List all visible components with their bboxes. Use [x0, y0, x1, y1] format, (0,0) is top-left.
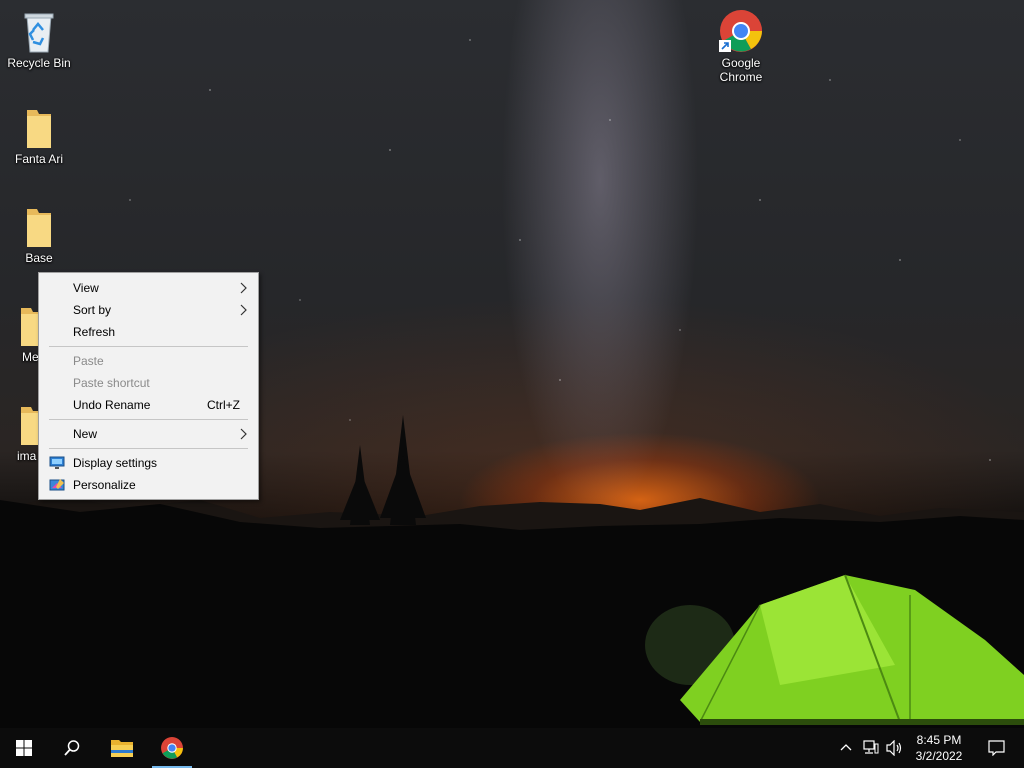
menu-item-label: Display settings — [73, 456, 158, 470]
display-icon — [49, 456, 65, 469]
menu-item-paste: Paste — [39, 350, 258, 372]
desktop-icon-me[interactable]: Me — [0, 306, 45, 364]
volume-button[interactable] — [884, 728, 906, 768]
menu-item-personalize[interactable]: Personalize — [39, 474, 258, 496]
menu-item-refresh[interactable]: Refresh — [39, 321, 258, 343]
menu-item-label: Paste — [73, 354, 104, 368]
search-button[interactable] — [48, 728, 96, 768]
chevron-right-icon — [240, 304, 247, 316]
network-icon — [863, 740, 879, 754]
chrome-icon — [719, 10, 762, 52]
chevron-right-icon — [240, 282, 247, 294]
desktop-icon-label: Fanta Ari — [14, 152, 64, 166]
chrome-icon — [161, 737, 183, 759]
menu-item-label: Personalize — [73, 478, 136, 492]
volume-icon — [886, 740, 902, 756]
taskbar: 8:45 PM 3/2/2022 — [0, 728, 1024, 768]
desktop-icon-fanta-ari[interactable]: Fanta Ari — [1, 108, 77, 166]
menu-item-label: Paste shortcut — [73, 376, 150, 390]
desktop-context-menu: View Sort by Refresh Paste Paste shortcu… — [38, 272, 259, 500]
menu-separator — [49, 346, 248, 347]
menu-item-shortcut: Ctrl+Z — [207, 398, 240, 412]
show-hidden-icons-button[interactable] — [836, 728, 856, 768]
folder-icon — [27, 209, 51, 247]
desktop-icon-recycle-bin[interactable]: Recycle Bin — [1, 8, 77, 70]
start-button[interactable] — [0, 728, 48, 768]
menu-item-undo-rename[interactable]: Undo Rename Ctrl+Z — [39, 394, 258, 416]
menu-item-label: View — [73, 281, 99, 295]
start-icon — [16, 740, 32, 756]
menu-item-label: Undo Rename — [73, 398, 151, 412]
desktop-icon-label: Recycle Bin — [7, 56, 71, 70]
menu-item-label: New — [73, 427, 98, 441]
desktop-icon-label: Base — [25, 251, 53, 265]
desktop-icon-base[interactable]: Base — [1, 207, 77, 265]
menu-item-paste-shortcut: Paste shortcut — [39, 372, 258, 394]
desktop-icon-label: Me — [22, 350, 39, 364]
action-center-button[interactable] — [976, 728, 1016, 768]
search-icon — [64, 740, 80, 756]
menu-item-sort-by[interactable]: Sort by — [39, 299, 258, 321]
chevron-right-icon — [240, 428, 247, 440]
taskbar-chrome[interactable] — [148, 728, 196, 768]
taskbar-file-explorer[interactable] — [98, 728, 146, 768]
menu-item-label: Refresh — [73, 325, 116, 339]
menu-item-view[interactable]: View — [39, 277, 258, 299]
personalize-icon — [49, 479, 65, 491]
menu-item-display-settings[interactable]: Display settings — [39, 452, 258, 474]
desktop-icon-google-chrome[interactable]: Google Chrome — [703, 8, 779, 84]
notification-icon — [988, 740, 1005, 756]
menu-separator — [49, 419, 248, 420]
folder-icon — [27, 110, 51, 148]
clock-date: 3/2/2022 — [915, 749, 963, 763]
file-explorer-icon — [111, 740, 133, 757]
desktop-icon-label: Google Chrome — [719, 56, 763, 84]
menu-item-label: Sort by — [73, 303, 112, 317]
menu-item-new[interactable]: New — [39, 423, 258, 445]
clock-time: 8:45 PM — [916, 733, 962, 747]
menu-separator — [49, 448, 248, 449]
taskbar-clock[interactable]: 8:45 PM 3/2/2022 — [906, 732, 972, 764]
desktop-icon-ima[interactable]: ima — [0, 405, 45, 463]
recycle-bin-icon — [24, 13, 54, 53]
chevron-up-icon — [840, 744, 852, 751]
desktop-icon-label: ima — [17, 449, 37, 463]
network-button[interactable] — [860, 728, 882, 768]
